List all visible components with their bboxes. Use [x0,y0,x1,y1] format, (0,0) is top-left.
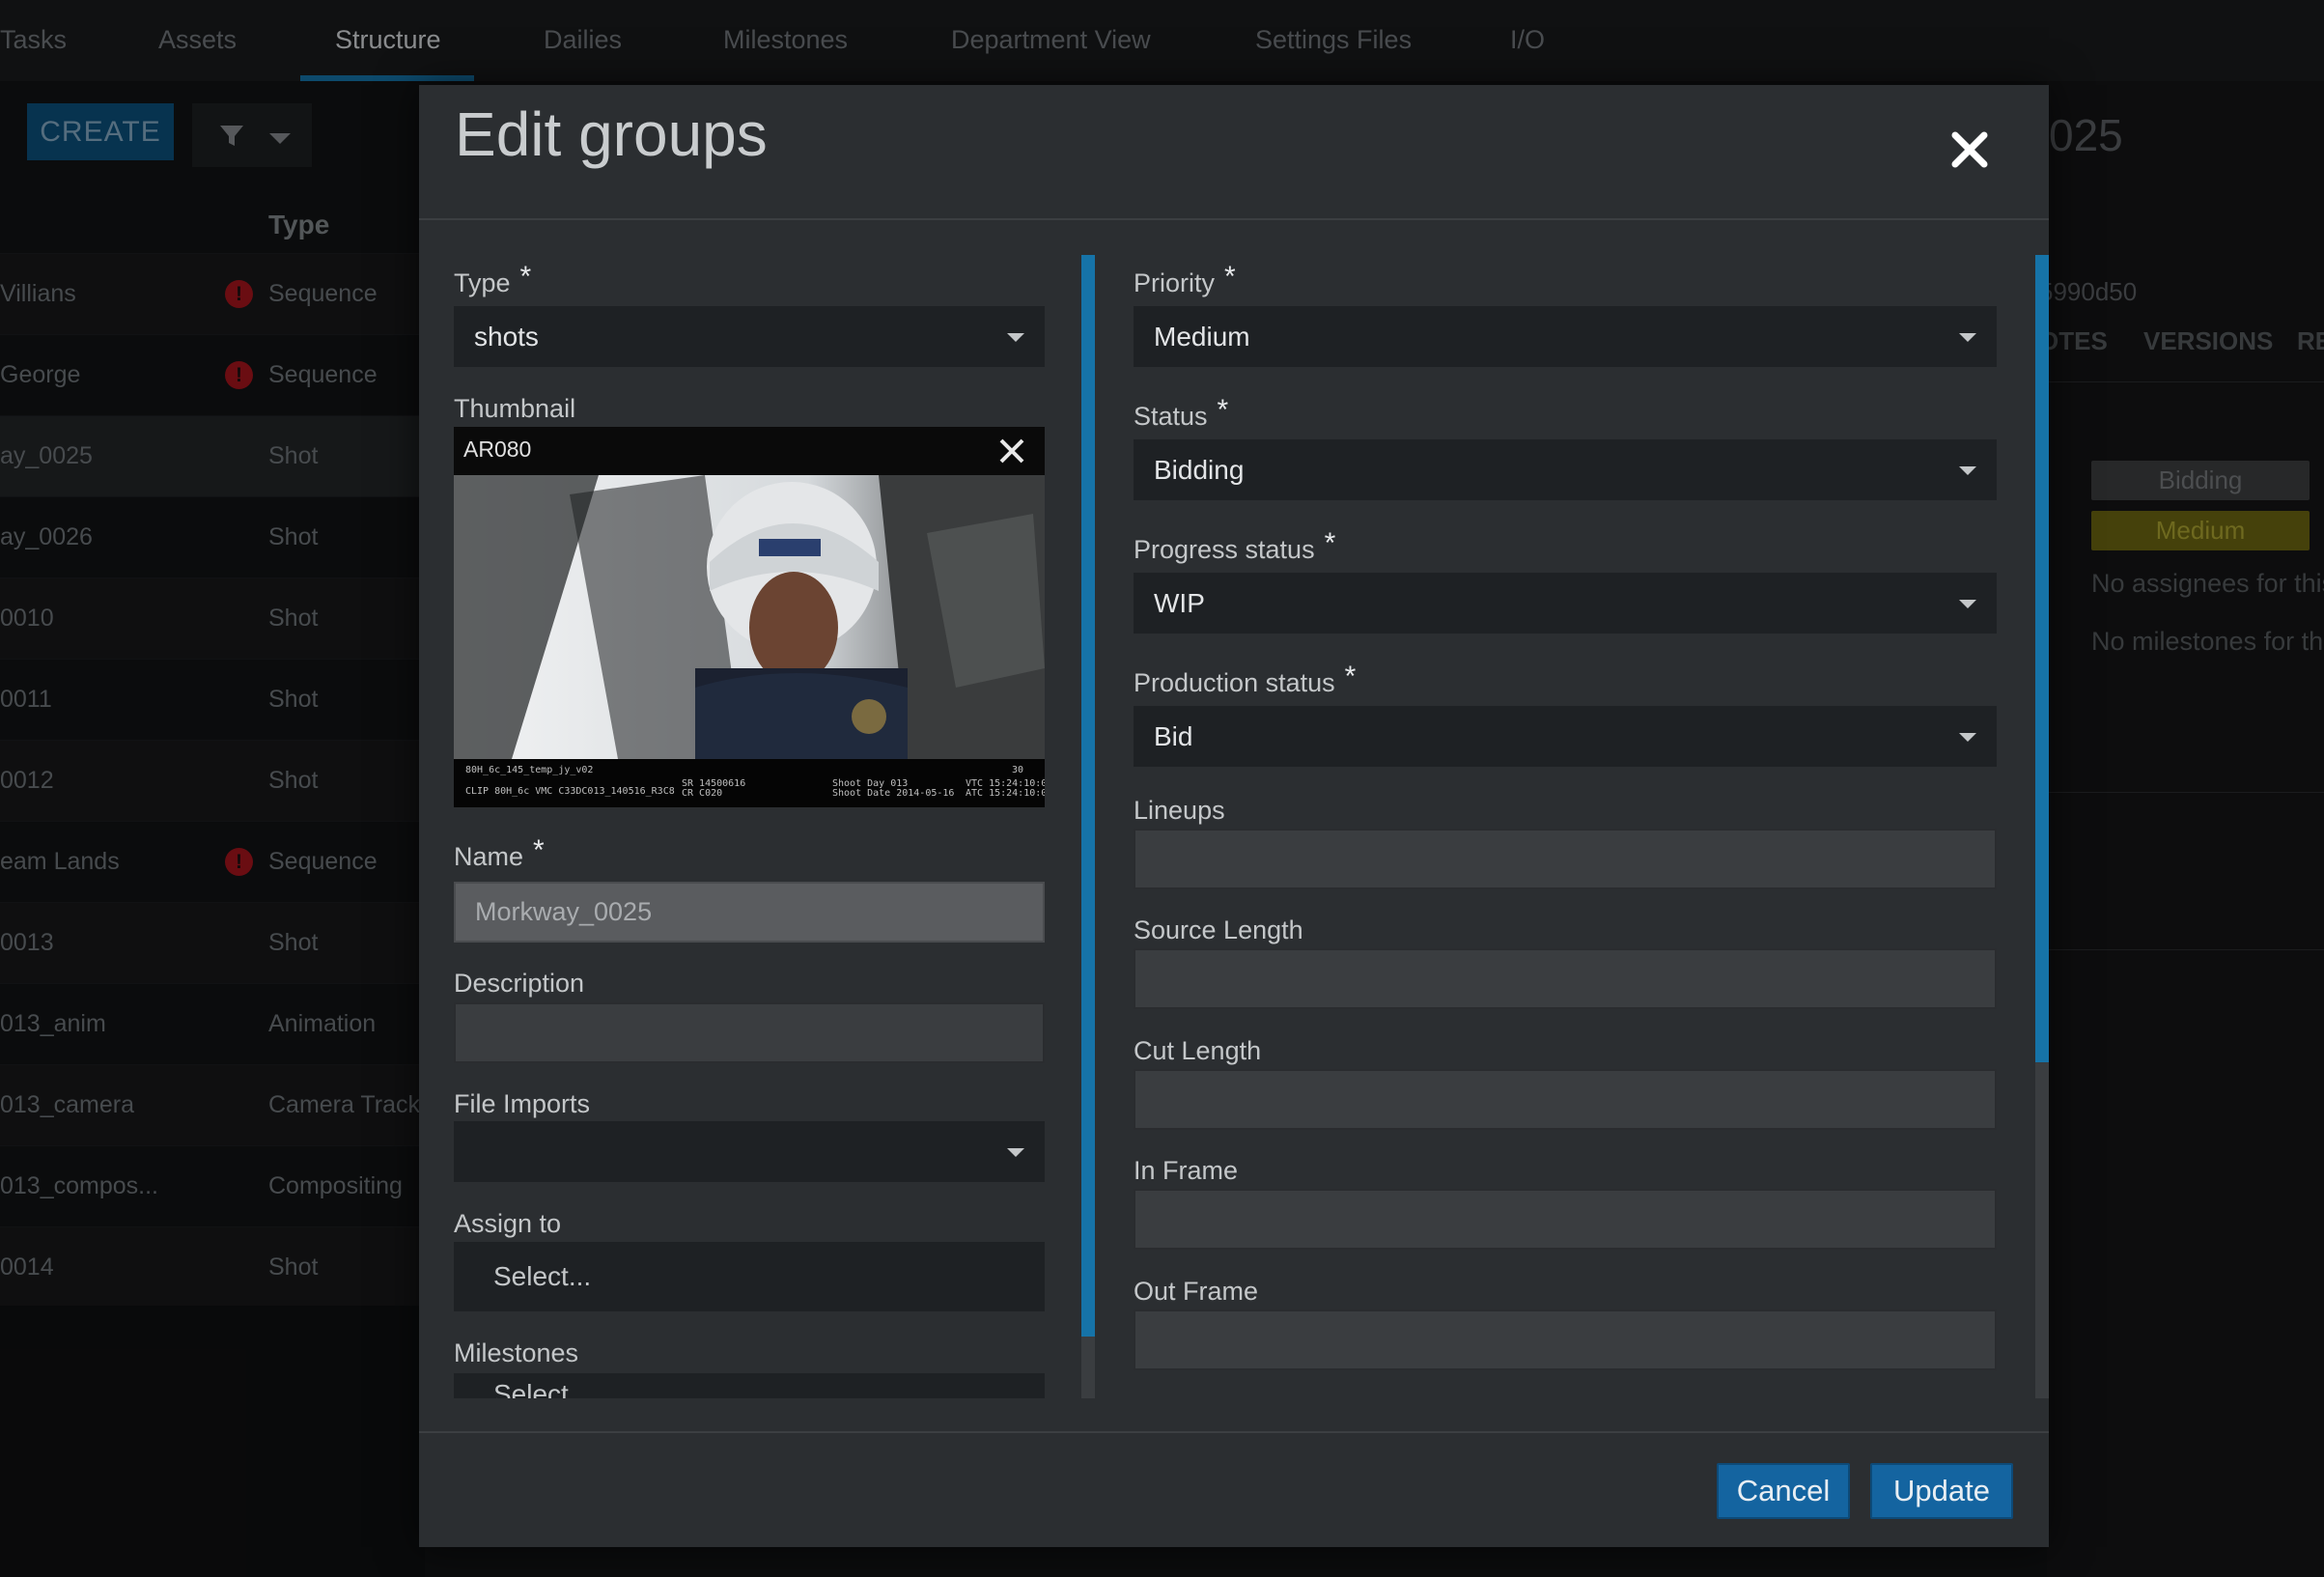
lineups-field[interactable] [1134,829,1997,889]
cancel-button[interactable]: Cancel [1717,1463,1850,1519]
milestones-placeholder: Select... [493,1379,592,1398]
chevron-down-icon [1007,333,1024,342]
lineups-label: Lineups [1134,796,1225,825]
source-length-field[interactable] [1134,948,1997,1009]
out-frame-label: Out Frame [1134,1277,1259,1306]
dialog-title: Edit groups [455,99,768,169]
scrollbar-thumb[interactable] [2035,255,2049,1062]
chevron-down-icon [1959,600,1976,608]
in-frame-field[interactable] [1134,1189,1997,1250]
scrollbar-thumb[interactable] [1081,255,1095,1337]
production-status-select-value: Bid [1154,720,1193,751]
cut-length-label: Cut Length [1134,1036,1262,1065]
progress-status-label: Progress status * [1134,527,1336,564]
update-button[interactable]: Update [1870,1463,2013,1519]
status-select[interactable]: Bidding [1134,439,1997,500]
chevron-down-icon [1959,333,1976,342]
status-select-value: Bidding [1154,454,1245,485]
remove-thumbnail-icon[interactable] [997,436,1026,465]
description-label: Description [454,969,585,998]
thumbnail-preview: AR080 80H_6c_145_temp_jy_v02 CLIP 80H_6c… [454,427,1045,807]
priority-select-value: Medium [1154,321,1250,352]
priority-select[interactable]: Medium [1134,306,1997,367]
assign-to-label: Assign to [454,1209,562,1238]
right-column-scrollbar[interactable] [2035,255,2049,1398]
thumbnail-label: Thumbnail [454,394,576,423]
type-select-value: shots [474,321,539,352]
source-length-label: Source Length [1134,915,1303,944]
milestones-select[interactable]: Select... [454,1373,1045,1398]
thumbnail-metadata-strip: 80H_6c_145_temp_jy_v02 CLIP 80H_6c VMC C… [454,759,1045,807]
out-frame-field[interactable] [1134,1309,1997,1370]
production-status-select[interactable]: Bid [1134,706,1997,767]
name-label: Name * [454,834,545,871]
in-frame-label: In Frame [1134,1156,1239,1185]
cut-length-field[interactable] [1134,1069,1997,1130]
priority-label: Priority * [1134,261,1236,297]
milestones-label: Milestones [454,1338,579,1367]
chevron-down-icon [1959,733,1976,742]
divider [419,218,2049,220]
edit-groups-dialog: Edit groups Type* shots Thumbnail AR080 [419,85,2049,1547]
thumbnail-image [454,475,1045,759]
thumbnail-code: AR080 [463,436,532,462]
type-label: Type * [454,261,532,297]
assign-to-select[interactable]: Select... [454,1242,1045,1311]
production-status-label: Production status * [1134,661,1357,697]
name-field[interactable]: Morkway_0025 [454,882,1045,943]
type-select[interactable]: shots [454,306,1045,367]
file-imports-label: File Imports [454,1089,591,1118]
progress-status-select-value: WIP [1154,587,1205,618]
divider [419,1431,2049,1433]
close-icon[interactable] [1947,127,1992,172]
chevron-down-icon [1959,466,1976,475]
progress-status-select[interactable]: WIP [1134,573,1997,634]
chevron-down-icon [1007,1148,1024,1157]
left-column-scrollbar[interactable] [1081,255,1095,1398]
description-field[interactable] [454,1002,1045,1063]
file-imports-select[interactable] [454,1121,1045,1182]
status-label: Status * [1134,394,1229,431]
